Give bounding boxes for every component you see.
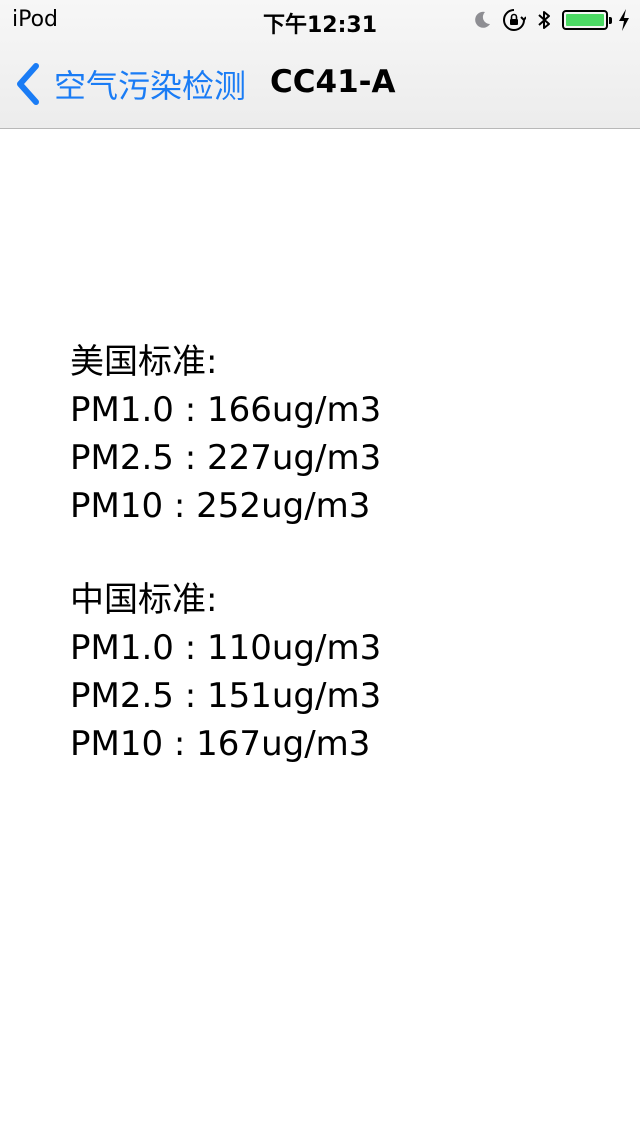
- us-standard-heading: 美国标准:: [70, 342, 218, 382]
- charging-bolt-icon: [619, 9, 629, 31]
- back-button[interactable]: 空气污染检测: [14, 62, 246, 106]
- battery-fill: [566, 14, 604, 26]
- chevron-left-icon: [17, 63, 39, 105]
- us-pm25-reading: PM2.5 : 227ug/m3: [70, 438, 382, 478]
- moon-icon: [475, 11, 490, 28]
- page-title: CC41-A: [270, 64, 396, 100]
- status-icons: [472, 6, 630, 34]
- cn-pm25-reading: PM2.5 : 151ug/m3: [70, 676, 382, 716]
- battery-icon: [562, 10, 612, 30]
- cn-standard-heading: 中国标准:: [70, 580, 218, 620]
- readings: 美国标准: PM1.0 : 166ug/m3 PM2.5 : 227ug/m3 …: [70, 338, 381, 768]
- top-bar: iPod 下午12:31 空气污染检测 CC41-A: [0, 0, 640, 129]
- cn-pm1-reading: PM1.0 : 110ug/m3: [70, 628, 382, 668]
- bluetooth-icon: [538, 11, 550, 29]
- us-standard-block: 美国标准: PM1.0 : 166ug/m3 PM2.5 : 227ug/m3 …: [70, 338, 381, 530]
- cn-standard-block: 中国标准: PM1.0 : 110ug/m3 PM2.5 : 151ug/m3 …: [70, 576, 381, 768]
- us-pm10-reading: PM10 : 252ug/m3: [70, 486, 371, 526]
- cn-pm10-reading: PM10 : 167ug/m3: [70, 724, 371, 764]
- status-bar: iPod 下午12:31: [0, 0, 640, 40]
- navigation-bar: 空气污染检测 CC41-A: [0, 40, 640, 128]
- back-button-label: 空气污染检测: [54, 67, 247, 105]
- orientation-lock-icon: [503, 9, 526, 31]
- screen: iPod 下午12:31 空气污染检测 CC41-A 美国标准: PM1.0:…: [0, 0, 640, 1136]
- battery-cap: [609, 17, 612, 24]
- us-pm1-reading: PM1.0 : 166ug/m3: [70, 390, 382, 430]
